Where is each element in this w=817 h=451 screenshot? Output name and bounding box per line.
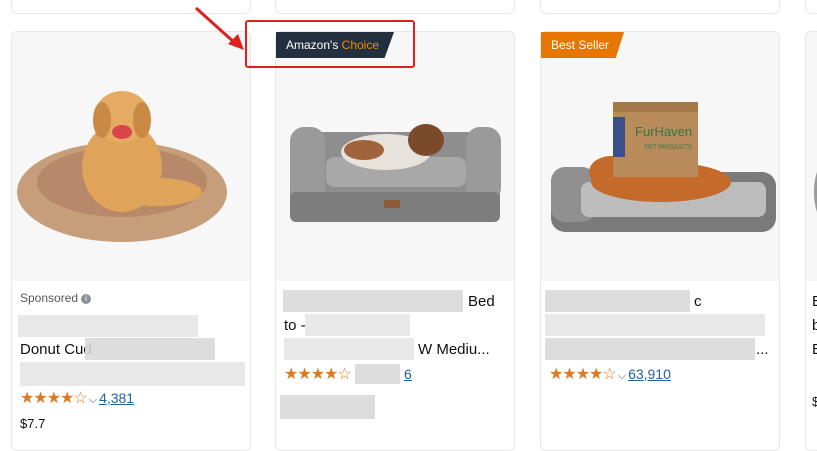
best-seller-badge: Best Seller — [541, 32, 624, 58]
rating[interactable]: ★★★★☆ — [284, 364, 352, 384]
product-image-dog-bed-donut[interactable] — [12, 32, 250, 281]
product-title-line[interactable]: ... — [756, 338, 769, 362]
title-blur — [85, 338, 215, 360]
product-image-partial[interactable] — [806, 32, 817, 281]
title-blur — [18, 315, 198, 337]
info-icon[interactable]: i — [81, 293, 92, 304]
product-card-top-3[interactable] — [540, 0, 780, 14]
product-card-top-2[interactable] — [275, 0, 515, 14]
product-title-line[interactable]: W Mediu... — [418, 338, 490, 362]
star-rating-icon: ★★★★☆ — [284, 366, 352, 383]
sponsored-label: Sponsored i — [20, 291, 92, 305]
product-title-line[interactable]: E — [812, 290, 817, 314]
product-image-orthopedic-dog-bed[interactable] — [276, 32, 514, 281]
title-blur — [545, 290, 690, 312]
product-image-furhaven-dog-bed[interactable]: FurHaven PET PRODUCTS — [541, 32, 779, 281]
furhaven-logo-text: FurHaven — [635, 124, 692, 139]
title-blur — [284, 338, 414, 360]
annotation-arrow-icon — [194, 6, 244, 50]
rating-count-link[interactable]: 4,381 — [99, 390, 134, 406]
annotation-highlight-box — [245, 20, 415, 68]
title-blur — [20, 362, 245, 386]
chevron-down-icon: ⌵ — [88, 394, 98, 406]
product-card-2[interactable] — [275, 31, 515, 451]
title-blur — [305, 314, 410, 336]
product-card-3[interactable]: FurHaven PET PRODUCTS — [540, 31, 780, 451]
product-title-line[interactable]: to - — [284, 314, 306, 338]
chevron-down-icon: ⌵ — [617, 370, 627, 382]
rating-blur — [355, 364, 400, 384]
rating-count-link[interactable]: 63,910 — [628, 366, 671, 382]
product-title-line[interactable]: b — [812, 314, 817, 338]
product-card-4[interactable] — [805, 31, 817, 451]
product-title-line[interactable]: c — [694, 290, 702, 314]
product-card-top-4[interactable] — [805, 0, 817, 14]
rating[interactable]: ★★★★☆ ⌵ 63,910 — [549, 364, 671, 384]
price: $ — [812, 394, 817, 409]
title-blur — [283, 290, 463, 312]
rating-count-link[interactable]: 6 — [404, 366, 412, 382]
product-title-line[interactable]: Donut Cud — [20, 338, 92, 362]
product-title-line[interactable]: E — [812, 338, 817, 362]
svg-text:PET PRODUCTS: PET PRODUCTS — [645, 145, 692, 151]
product-title-line[interactable]: Bed — [468, 290, 495, 314]
price-blur — [280, 395, 375, 419]
title-blur — [545, 338, 755, 360]
rating[interactable]: ★★★★☆ ⌵ 4,381 — [20, 388, 134, 408]
title-blur — [545, 314, 765, 336]
star-rating-icon: ★★★★☆ — [549, 366, 617, 383]
star-rating-icon: ★★★★☆ — [20, 390, 88, 407]
